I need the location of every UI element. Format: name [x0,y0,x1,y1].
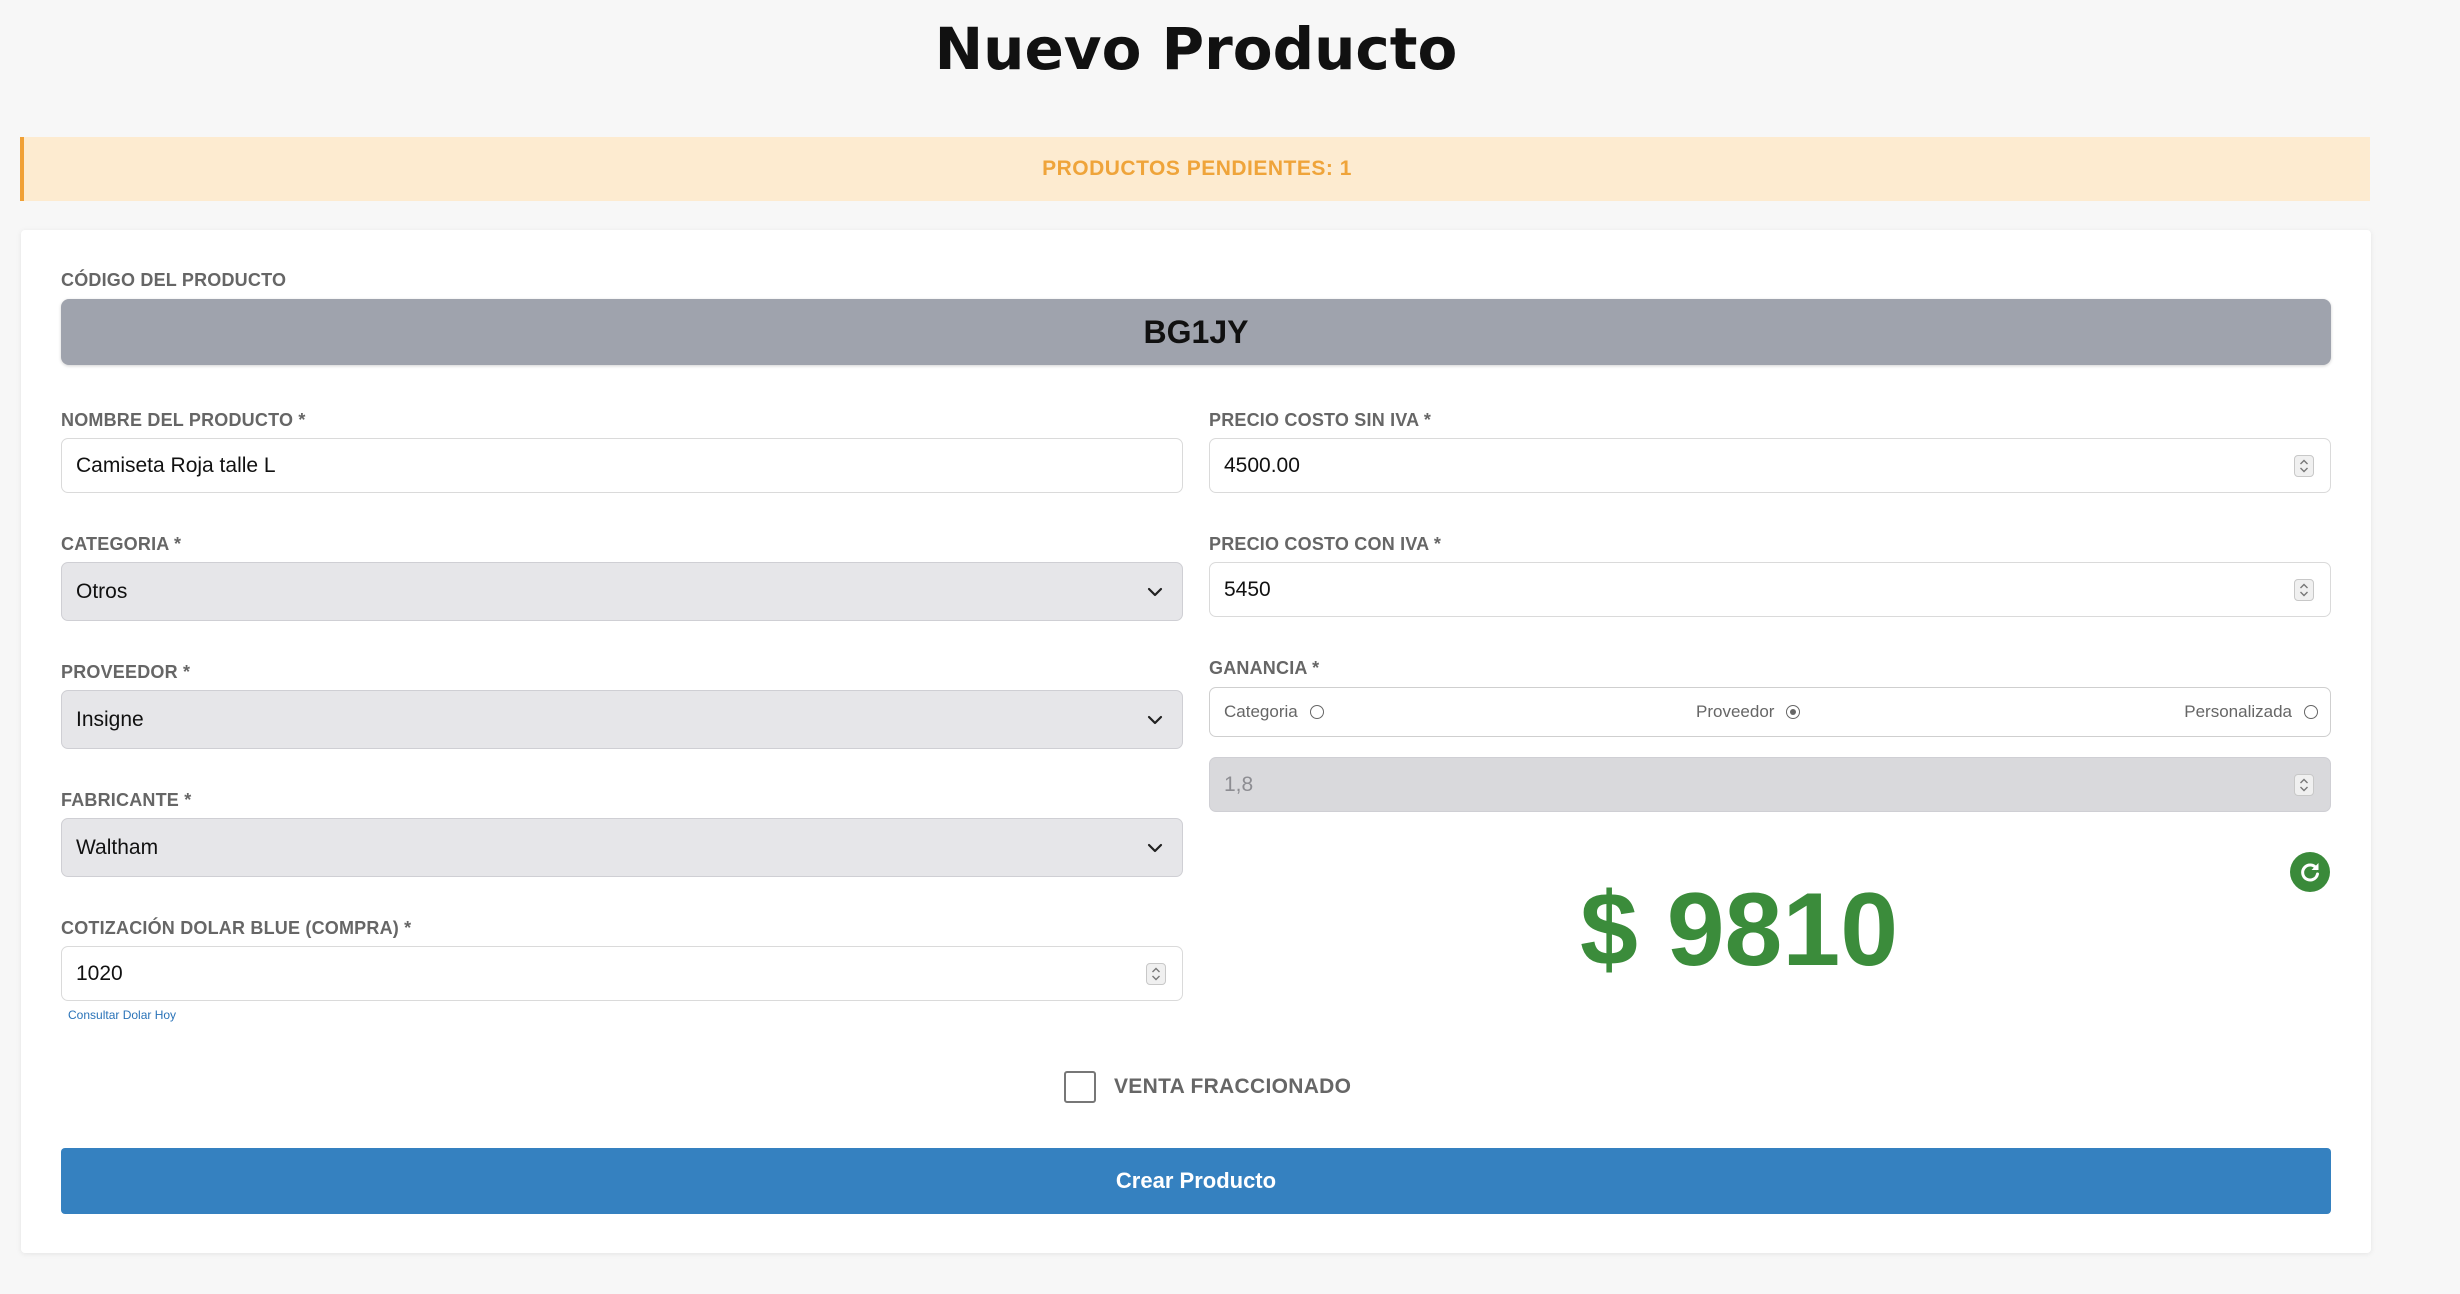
code-label: CÓDIGO DEL PRODUCTO [61,270,287,290]
category-select[interactable]: Otros [61,562,1183,621]
radio-button[interactable] [2304,705,2318,719]
pending-products-text: PRODUCTOS PENDIENTES: 1 [1042,157,1352,180]
radio-option-categoria[interactable]: Categoria [1224,688,1324,736]
product-name-value: Camiseta Roja talle L [76,453,276,477]
chevron-down-icon [1140,577,1170,607]
profit-label: GANANCIA * [1209,658,1320,678]
fractional-sale-checkbox[interactable] [1064,1071,1096,1103]
profit-margin-input: 1,8 [1209,757,2331,812]
spinner-icon[interactable] [1146,962,1166,985]
refresh-price-button[interactable] [2290,852,2330,892]
manufacturer-select[interactable]: Waltham [61,818,1183,877]
radio-button[interactable] [1786,705,1801,719]
product-code-display: BG1JY [61,299,2331,365]
radio-button[interactable] [1309,705,1324,719]
cost-with-tax-value: 5450 [1224,577,1271,601]
radio-label: Proveedor [1696,702,1775,721]
cost-with-tax-input[interactable]: 5450 [1209,562,2331,617]
radio-label: Personalizada [2184,702,2292,721]
exchange-rate-label: COTIZACIÓN DOLAR BLUE (COMPRA) * [61,918,412,938]
spinner-icon[interactable] [2294,578,2314,601]
supplier-label: PROVEEDOR * [61,662,191,682]
spinner-icon [2294,773,2314,796]
check-dollar-link[interactable]: Consultar Dolar Hoy [68,1008,176,1022]
final-price: $ 9810 [1579,872,1899,988]
spinner-icon[interactable] [2294,454,2314,477]
cost-no-tax-value: 4500.00 [1224,453,1300,477]
profit-margin-value: 1,8 [1224,772,1254,796]
radio-option-proveedor[interactable]: Proveedor [1696,688,1801,736]
refresh-icon [2301,863,2319,882]
create-product-button[interactable]: Crear Producto [61,1148,2331,1214]
cost-no-tax-label: PRECIO COSTO SIN IVA * [1209,410,1432,430]
fractional-sale-row[interactable]: VENTA FRACCIONADO [1064,1070,1351,1104]
profit-type-radio-group: Categoria Proveedor Personalizada [1209,687,2331,737]
chevron-down-icon [1140,833,1170,863]
name-label: NOMBRE DEL PRODUCTO * [61,410,306,430]
product-form-card: CÓDIGO DEL PRODUCTO BG1JY NOMBRE DEL PRO… [21,230,2371,1253]
radio-option-personalizada[interactable]: Personalizada [2184,688,2318,736]
fractional-sale-label: VENTA FRACCIONADO [1114,1075,1352,1098]
exchange-rate-input[interactable]: 1020 [61,946,1183,1001]
product-name-input[interactable]: Camiseta Roja talle L [61,438,1183,493]
page-title: Nuevo Producto [934,15,1458,83]
cost-with-tax-label: PRECIO COSTO CON IVA * [1209,534,1442,554]
cost-no-tax-input[interactable]: 4500.00 [1209,438,2331,493]
category-label: CATEGORIA * [61,534,182,554]
exchange-rate-value: 1020 [76,961,123,985]
manufacturer-value: Waltham [76,835,159,859]
manufacturer-label: FABRICANTE * [61,790,192,810]
supplier-select[interactable]: Insigne [61,690,1183,749]
category-value: Otros [76,579,128,603]
chevron-down-icon [1140,705,1170,735]
pending-products-alert: PRODUCTOS PENDIENTES: 1 [20,137,2370,201]
supplier-value: Insigne [76,707,144,731]
radio-label: Categoria [1224,702,1298,721]
